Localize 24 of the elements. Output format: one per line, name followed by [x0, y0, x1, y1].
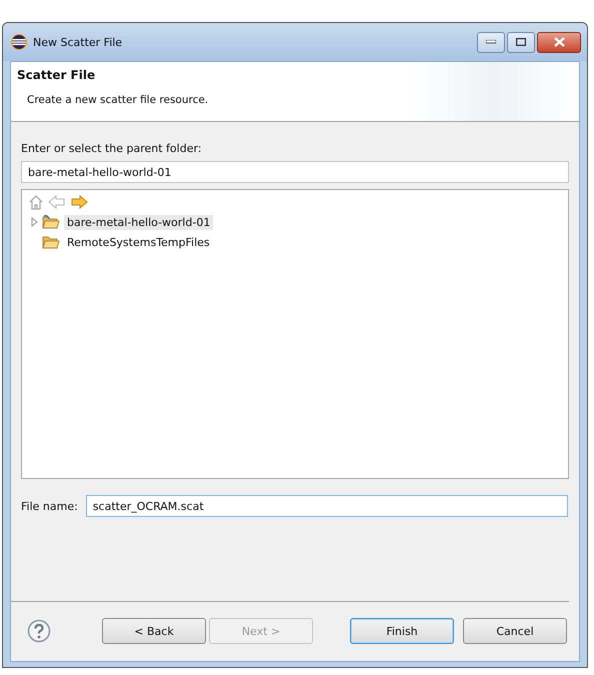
- tree-item[interactable]: RemoteSystemsTempFiles: [64, 234, 213, 250]
- page-title: Scatter File: [17, 68, 96, 82]
- close-icon: [554, 37, 564, 47]
- minimize-icon: [486, 40, 496, 44]
- close-button[interactable]: [537, 32, 581, 52]
- folder-icon: [42, 215, 60, 229]
- folder-label: Enter or select the parent folder:: [21, 142, 202, 155]
- maximize-icon: [516, 38, 526, 46]
- tree-item[interactable]: bare-metal-hello-world-01: [64, 214, 214, 230]
- file-name-field[interactable]: scatter_OCRAM.scat: [86, 495, 568, 517]
- dialog-button[interactable]: Cancel: [463, 618, 567, 644]
- folder-icon: [42, 235, 60, 249]
- minimize-button[interactable]: [477, 32, 505, 52]
- help-icon[interactable]: [27, 619, 51, 643]
- dialog-button[interactable]: Finish: [350, 618, 454, 644]
- page-description: Create a new scatter file resource.: [27, 94, 210, 106]
- dialog-button[interactable]: < Back: [102, 618, 206, 644]
- forward-arrow-icon[interactable]: [70, 194, 88, 210]
- window-title: New Scatter File: [33, 36, 124, 48]
- app-icon: [11, 34, 27, 50]
- home-icon[interactable]: [28, 194, 44, 210]
- file-name-label: File name:: [21, 500, 78, 512]
- folder-field[interactable]: bare-metal-hello-world-01: [21, 161, 569, 183]
- maximize-button[interactable]: [507, 32, 535, 52]
